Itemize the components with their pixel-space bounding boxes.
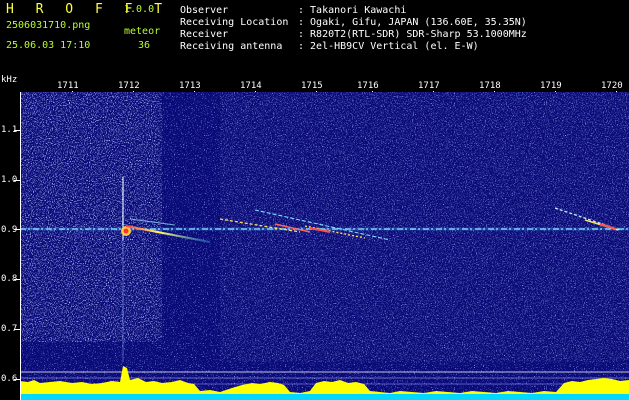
signal-meter-base bbox=[20, 394, 629, 400]
x-tick-1719: 1719 bbox=[540, 81, 562, 91]
x-tick-1713: 1713 bbox=[179, 81, 201, 91]
location-value: : Ogaki, Gifu, JAPAN (136.60E, 35.35N) bbox=[298, 17, 527, 28]
x-tick-1715: 1715 bbox=[301, 81, 323, 91]
receiver-value: : R820T2(RTL-SDR) SDR-Sharp 53.1000MHz bbox=[298, 29, 527, 40]
location-label: Receiving Location bbox=[180, 17, 289, 28]
x-tick-1711: 1711 bbox=[57, 81, 79, 91]
x-tick-1716: 1716 bbox=[357, 81, 379, 91]
x-tick-1720: 1720 bbox=[601, 81, 623, 91]
spectrogram-plot bbox=[20, 92, 629, 400]
header-panel: H R O F F T 1.0.0 2506031710.png 25.06.0… bbox=[0, 0, 629, 72]
receiver-label: Receiver bbox=[180, 29, 229, 40]
x-tick-1718: 1718 bbox=[479, 81, 501, 91]
antenna-value: : 2el-HB9CV Vertical (el. E-W) bbox=[298, 41, 479, 52]
observer-value: : Takanori Kawachi bbox=[298, 5, 407, 16]
x-tick-1712: 1712 bbox=[118, 81, 140, 91]
antenna-label: Receiving antenna bbox=[180, 41, 283, 52]
datetime-label: 25.06.03 17:10 bbox=[6, 40, 91, 51]
app-version: 1.0.0 bbox=[124, 4, 155, 15]
filename-label: 2506031710.png bbox=[6, 20, 91, 31]
x-tick-1714: 1714 bbox=[240, 81, 262, 91]
y-tick-0.9: 0.9 bbox=[1, 225, 18, 235]
plot-noise-dense bbox=[20, 92, 162, 342]
plot-noise-speckle bbox=[220, 92, 629, 362]
event-type-label: meteor bbox=[124, 26, 161, 37]
event-count-label: 36 bbox=[138, 40, 151, 51]
observer-label: Observer bbox=[180, 5, 229, 16]
y-unit-label: kHz bbox=[1, 75, 18, 85]
x-tick-1717: 1717 bbox=[418, 81, 440, 91]
meteor-head-core bbox=[123, 228, 129, 234]
